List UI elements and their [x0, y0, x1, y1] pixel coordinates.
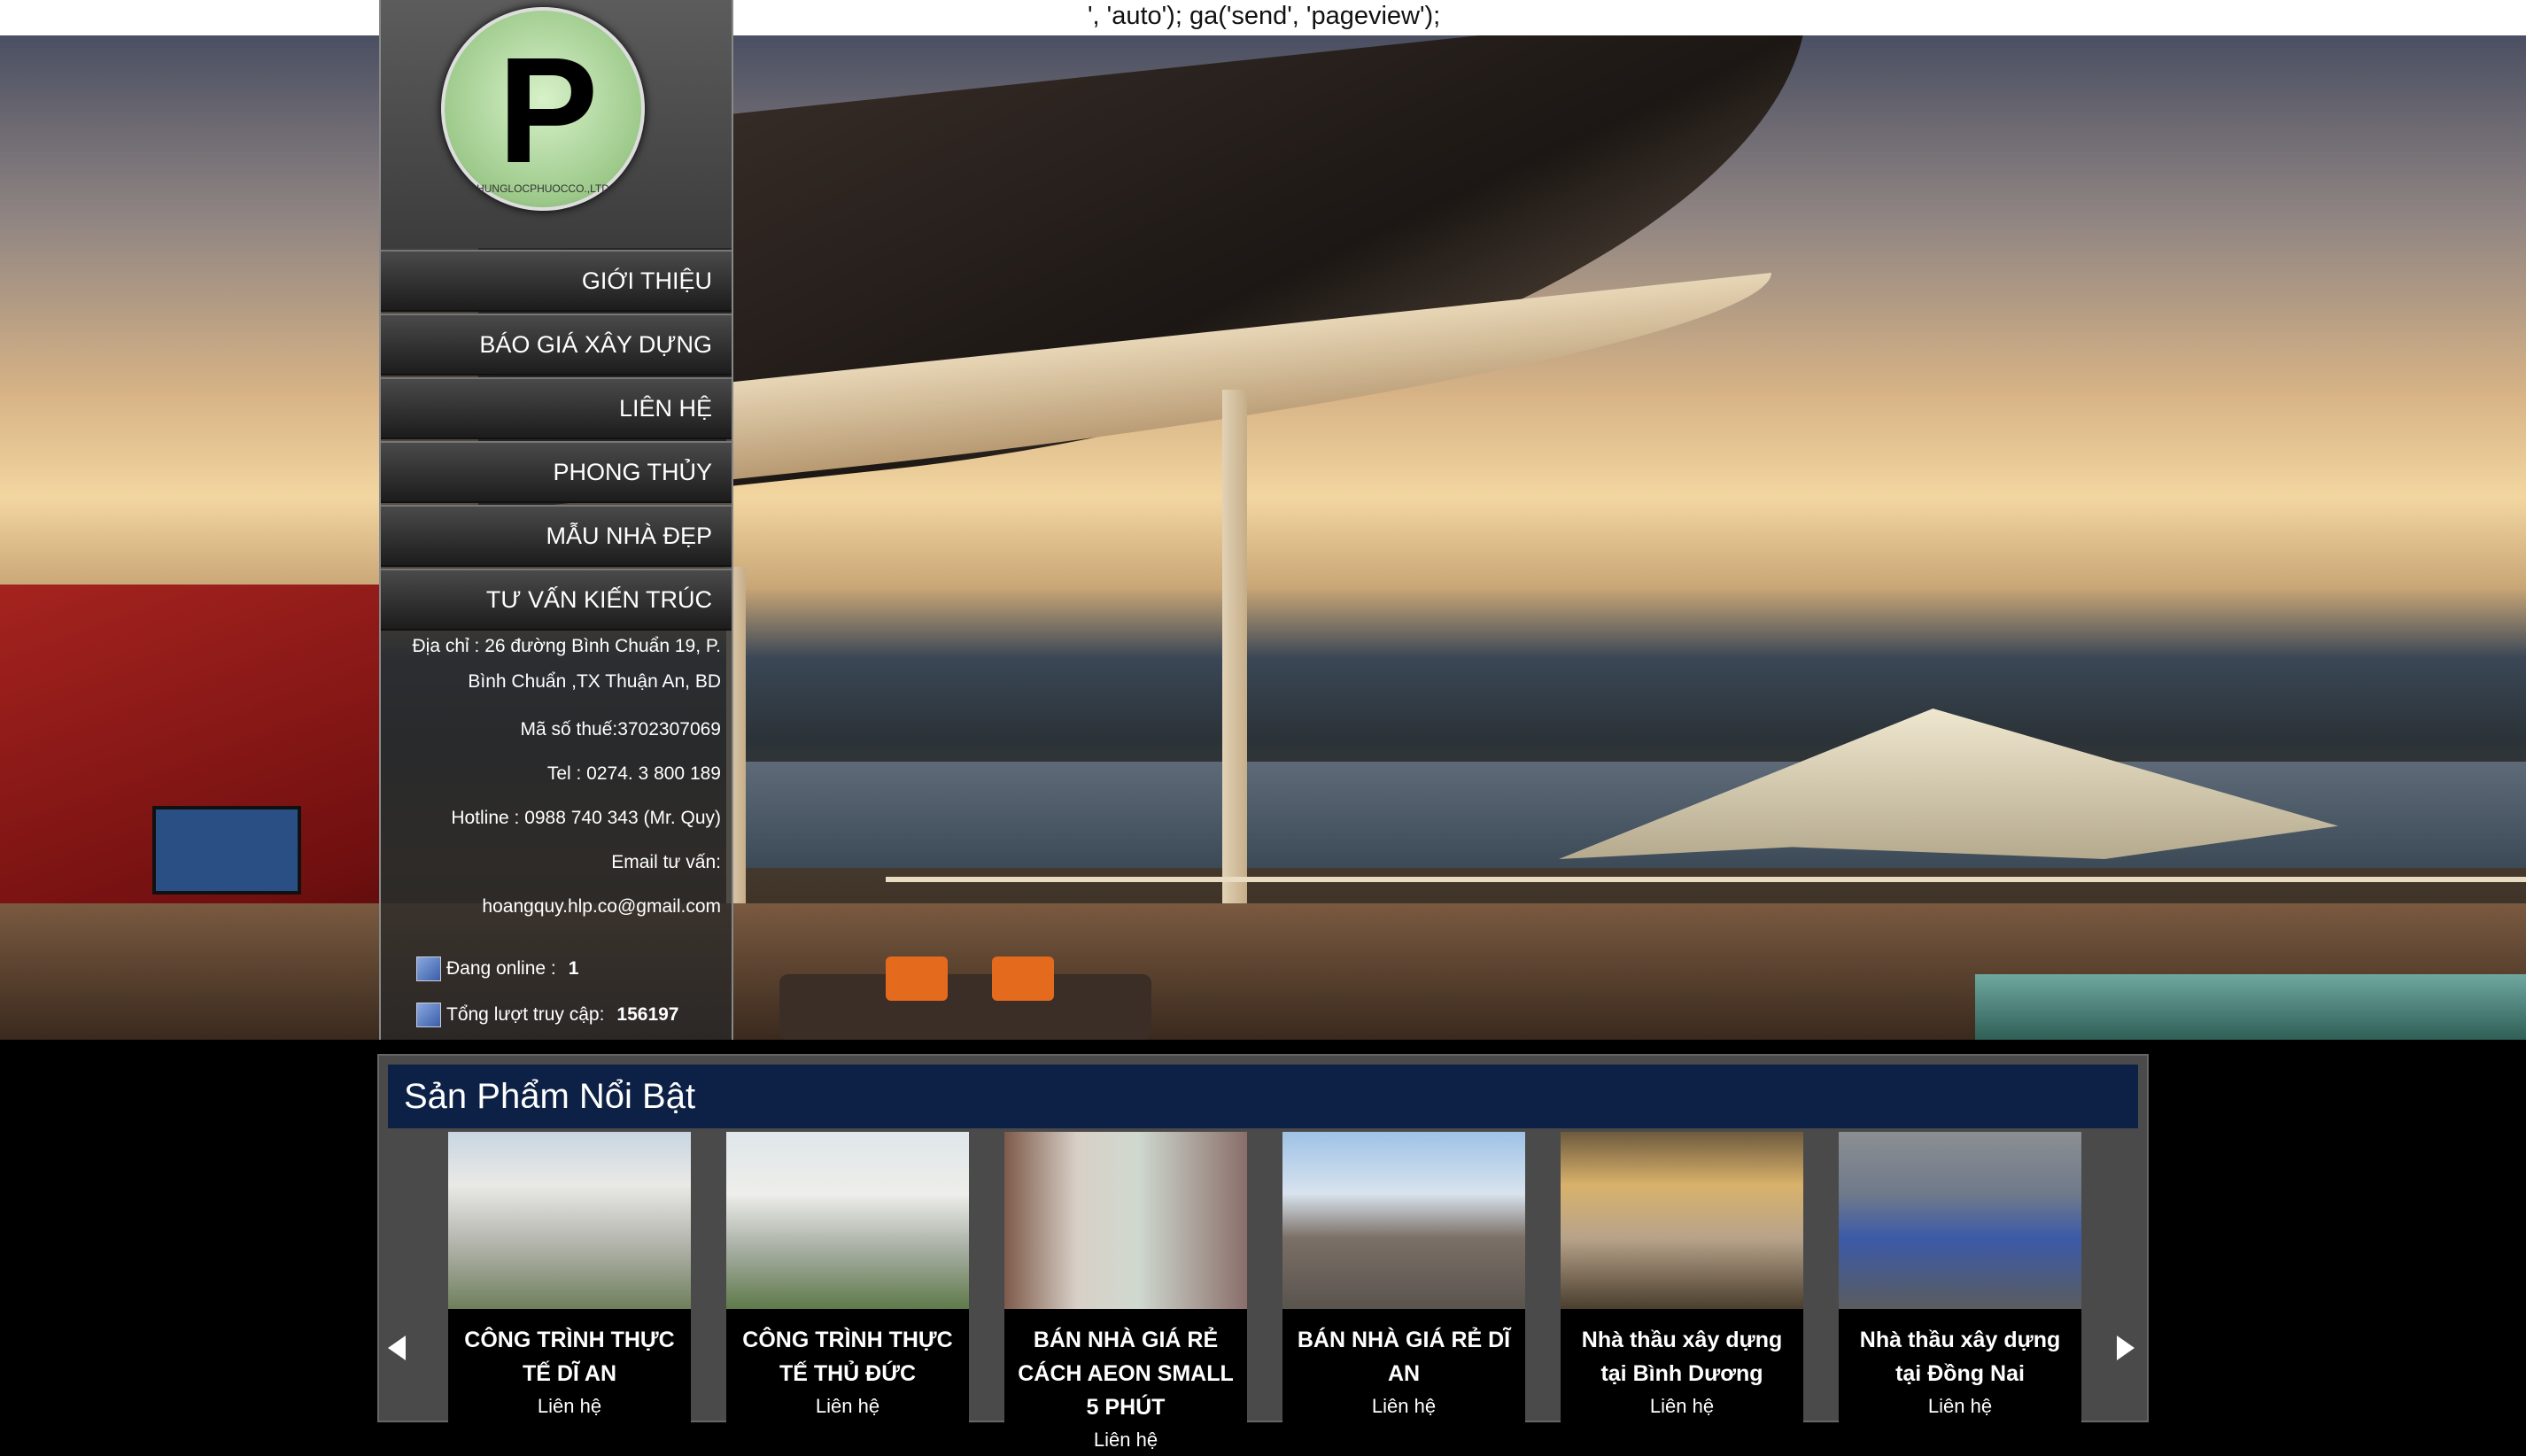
- product-image[interactable]: [1839, 1132, 2081, 1309]
- address-line-2: Bình Chuẩn ,TX Thuận An, BD: [468, 671, 721, 692]
- product-image[interactable]: [1004, 1132, 1247, 1309]
- logo-area: P HUNGLOCPHUOCCO.,LTD: [381, 0, 732, 248]
- product-more-link[interactable]: Liên hệ: [1561, 1390, 1803, 1422]
- hotline: Hotline : 0988 740 343 (Mr. Quy): [451, 808, 721, 828]
- product-title[interactable]: BÁN NHÀ GIÁ RẺ CÁCH AEON SMALL 5 PHÚT: [1004, 1309, 1247, 1424]
- product-title[interactable]: CÔNG TRÌNH THỰC TẾ DĨ AN: [448, 1309, 691, 1390]
- product-card[interactable]: BÁN NHÀ GIÁ RẺ DĨ AN Liên hệ: [1282, 1132, 1525, 1424]
- visits-label: Tổng lượt truy cập:: [446, 1004, 605, 1025]
- product-title[interactable]: Nhà thầu xây dựng tại Đồng Nai: [1839, 1309, 2081, 1390]
- featured-products: Sản Phẩm Nổi Bật CÔNG TRÌNH THỰC TẾ DĨ A…: [377, 1054, 2149, 1451]
- telephone: Tel : 0274. 3 800 189: [546, 763, 721, 784]
- logo-letter: P: [498, 27, 599, 195]
- visitor-stats: Đang online : 1 Tổng lượt truy cập: 1561…: [416, 946, 678, 1038]
- product-more-link[interactable]: Liên hệ: [1839, 1390, 2081, 1422]
- product-image[interactable]: [1282, 1132, 1525, 1309]
- stray-script-text: ', 'auto'); ga('send', 'pageview');: [1088, 2, 1441, 30]
- product-more-link[interactable]: Liên hệ: [726, 1390, 969, 1422]
- visits-value: 156197: [616, 1004, 679, 1025]
- menu-item-phong-thuy[interactable]: PHONG THỦY: [381, 441, 732, 503]
- menu-item-bao-gia[interactable]: BÁO GIÁ XÂY DỰNG: [381, 314, 732, 376]
- hero-tv: [152, 806, 301, 895]
- email-link[interactable]: hoangquy.hlp.co@gmail.com: [381, 889, 721, 925]
- contact-info: Địa chỉ : 26 đường Bình Chuẩn 19, P. Bìn…: [381, 629, 732, 925]
- address-line-1: Địa chỉ : 26 đường Bình Chuẩn 19, P.: [412, 636, 722, 656]
- menu-item-mau-nha-dep[interactable]: MẪU NHÀ ĐẸP: [381, 505, 732, 567]
- user-online-icon: [416, 956, 441, 981]
- left-sidebar: P HUNGLOCPHUOCCO.,LTD GIỚI THIỆU BÁO GIÁ…: [379, 0, 733, 1040]
- online-value: 1: [568, 958, 579, 979]
- hero-pillar: [1222, 390, 1247, 921]
- stats-icon: [416, 1003, 441, 1027]
- menu-item-tu-van[interactable]: TƯ VẤN KIẾN TRÚC: [381, 569, 732, 631]
- visits-row: Tổng lượt truy cập: 156197: [416, 992, 678, 1038]
- product-more-link[interactable]: Liên hệ: [1282, 1390, 1525, 1422]
- hero-pool: [1975, 974, 2526, 1040]
- product-image[interactable]: [448, 1132, 691, 1309]
- email-label: Email tư vấn:: [611, 852, 721, 872]
- tax-code: Mã số thuế:3702307069: [520, 719, 721, 740]
- product-title[interactable]: CÔNG TRÌNH THỰC TẾ THỦ ĐỨC: [726, 1309, 969, 1390]
- online-label: Đang online :: [446, 958, 556, 979]
- online-row: Đang online : 1: [416, 946, 678, 992]
- hero-railing: [886, 877, 2526, 882]
- company-logo[interactable]: P HUNGLOCPHUOCCO.,LTD: [441, 7, 645, 211]
- product-title[interactable]: BÁN NHÀ GIÁ RẺ DĨ AN: [1282, 1309, 1525, 1390]
- menu-item-lien-he[interactable]: LIÊN HỆ: [381, 377, 732, 439]
- arrow-right-icon[interactable]: [2117, 1336, 2135, 1360]
- featured-title: Sản Phẩm Nổi Bật: [388, 1065, 2138, 1128]
- product-card[interactable]: BÁN NHÀ GIÁ RẺ CÁCH AEON SMALL 5 PHÚT Li…: [1004, 1132, 1247, 1451]
- product-more-link[interactable]: Liên hệ: [1004, 1424, 1247, 1456]
- arrow-left-icon[interactable]: [388, 1336, 406, 1360]
- product-more-link[interactable]: Liên hệ: [448, 1390, 691, 1422]
- main-menu: GIỚI THIỆU BÁO GIÁ XÂY DỰNG LIÊN HỆ PHON…: [381, 250, 732, 632]
- product-card[interactable]: CÔNG TRÌNH THỰC TẾ DĨ AN Liên hệ: [448, 1132, 691, 1424]
- product-image[interactable]: [726, 1132, 969, 1309]
- logo-ring-text: HUNGLOCPHUOCCO.,LTD: [477, 182, 609, 195]
- product-card[interactable]: Nhà thầu xây dựng tại Bình Dương Liên hệ: [1561, 1132, 1803, 1424]
- product-title[interactable]: Nhà thầu xây dựng tại Bình Dương: [1561, 1309, 1803, 1390]
- hero-sofa: [779, 956, 1151, 1040]
- menu-item-gioi-thieu[interactable]: GIỚI THIỆU: [381, 250, 732, 312]
- product-carousel: CÔNG TRÌNH THỰC TẾ DĨ AN Liên hệ CÔNG TR…: [448, 1132, 2096, 1451]
- product-image[interactable]: [1561, 1132, 1803, 1309]
- product-card[interactable]: Nhà thầu xây dựng tại Đồng Nai Liên hệ: [1839, 1132, 2081, 1424]
- product-card[interactable]: CÔNG TRÌNH THỰC TẾ THỦ ĐỨC Liên hệ: [726, 1132, 969, 1424]
